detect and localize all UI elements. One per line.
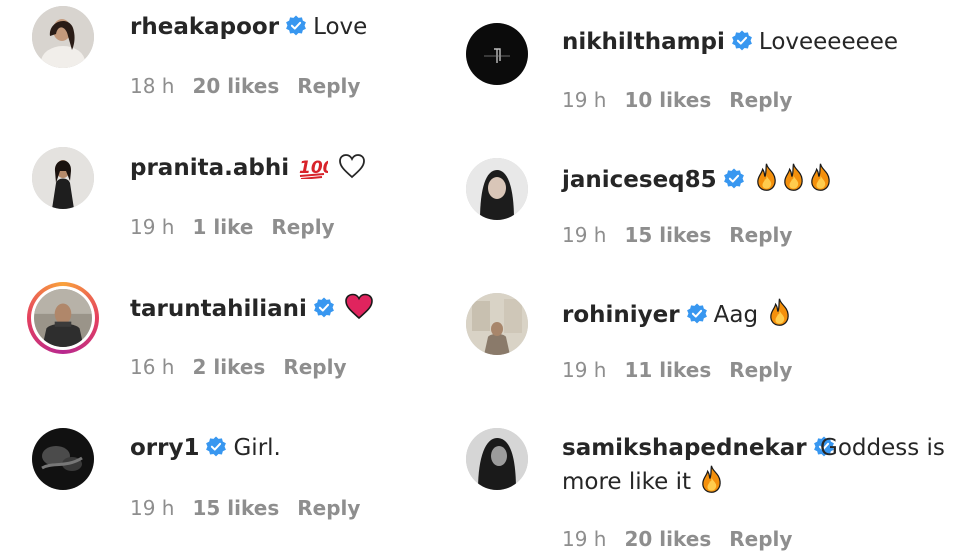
avatar[interactable] xyxy=(466,428,528,490)
reply-button[interactable]: Reply xyxy=(729,527,792,551)
avatar[interactable] xyxy=(466,293,528,355)
avatar[interactable] xyxy=(32,6,94,68)
profile-photo-icon xyxy=(34,289,92,347)
profile-photo-icon xyxy=(32,6,94,68)
fire-emoji xyxy=(754,163,779,191)
fire-emoji xyxy=(767,298,792,326)
avatar[interactable] xyxy=(466,158,528,220)
reply-button[interactable]: Reply xyxy=(283,355,346,379)
timestamp: 16 h xyxy=(130,355,175,379)
timestamp: 19 h xyxy=(130,215,175,239)
verified-badge-icon xyxy=(205,436,227,458)
profile-photo-icon xyxy=(32,428,94,490)
username[interactable]: rohiniyer xyxy=(562,302,680,328)
fire-emoji xyxy=(699,465,724,493)
profile-photo-icon xyxy=(32,147,94,209)
comment-text: Aag xyxy=(713,302,759,328)
likes-count[interactable]: 20 likes xyxy=(624,527,711,551)
reply-button[interactable]: Reply xyxy=(297,496,360,520)
reply-button[interactable]: Reply xyxy=(271,215,334,239)
red-heart-emoji xyxy=(345,293,374,320)
avatar-story-ring[interactable] xyxy=(27,282,99,354)
comment-text: Goddess is more like it xyxy=(562,435,945,495)
reply-button[interactable]: Reply xyxy=(729,223,792,247)
fire-emoji xyxy=(781,163,806,191)
white-heart-emoji xyxy=(338,154,365,179)
comment-text: Loveeeeeee xyxy=(758,29,899,55)
username[interactable]: taruntahiliani xyxy=(130,296,307,322)
likes-count[interactable]: 15 likes xyxy=(624,223,711,247)
verified-badge-icon xyxy=(313,297,335,319)
username[interactable]: janiceseq85 xyxy=(562,167,717,193)
reply-button[interactable]: Reply xyxy=(729,358,792,382)
verified-badge-icon xyxy=(723,168,745,190)
profile-photo-icon xyxy=(466,158,528,220)
timestamp: 18 h xyxy=(130,74,175,98)
timestamp: 19 h xyxy=(562,358,607,382)
profile-photo-icon xyxy=(466,23,528,85)
hundred-points-emoji: 100 xyxy=(299,158,328,179)
likes-count[interactable]: 15 likes xyxy=(192,496,279,520)
avatar[interactable] xyxy=(32,147,94,209)
reply-button[interactable]: Reply xyxy=(297,74,360,98)
avatar[interactable] xyxy=(32,428,94,490)
likes-count[interactable]: 11 likes xyxy=(624,358,711,382)
timestamp: 19 h xyxy=(562,527,607,551)
timestamp: 19 h xyxy=(562,223,607,247)
verified-badge-icon xyxy=(285,15,307,37)
username[interactable]: pranita.abhi xyxy=(130,155,289,181)
fire-emoji xyxy=(808,163,833,191)
likes-count[interactable]: 2 likes xyxy=(192,355,265,379)
verified-badge-icon xyxy=(731,30,753,52)
reply-button[interactable]: Reply xyxy=(729,88,792,112)
username[interactable]: rheakapoor xyxy=(130,14,279,40)
verified-badge-icon xyxy=(686,303,708,325)
likes-count[interactable]: 1 like xyxy=(192,215,253,239)
timestamp: 19 h xyxy=(130,496,175,520)
likes-count[interactable]: 10 likes xyxy=(624,88,711,112)
profile-photo-icon xyxy=(466,428,528,490)
timestamp: 19 h xyxy=(562,88,607,112)
comment-text: Love xyxy=(313,14,368,40)
username[interactable]: nikhilthampi xyxy=(562,29,725,55)
comment-text: Girl. xyxy=(233,435,281,461)
likes-count[interactable]: 20 likes xyxy=(192,74,279,98)
profile-photo-icon xyxy=(466,293,528,355)
avatar[interactable] xyxy=(466,23,528,85)
username[interactable]: orry1 xyxy=(130,435,199,461)
